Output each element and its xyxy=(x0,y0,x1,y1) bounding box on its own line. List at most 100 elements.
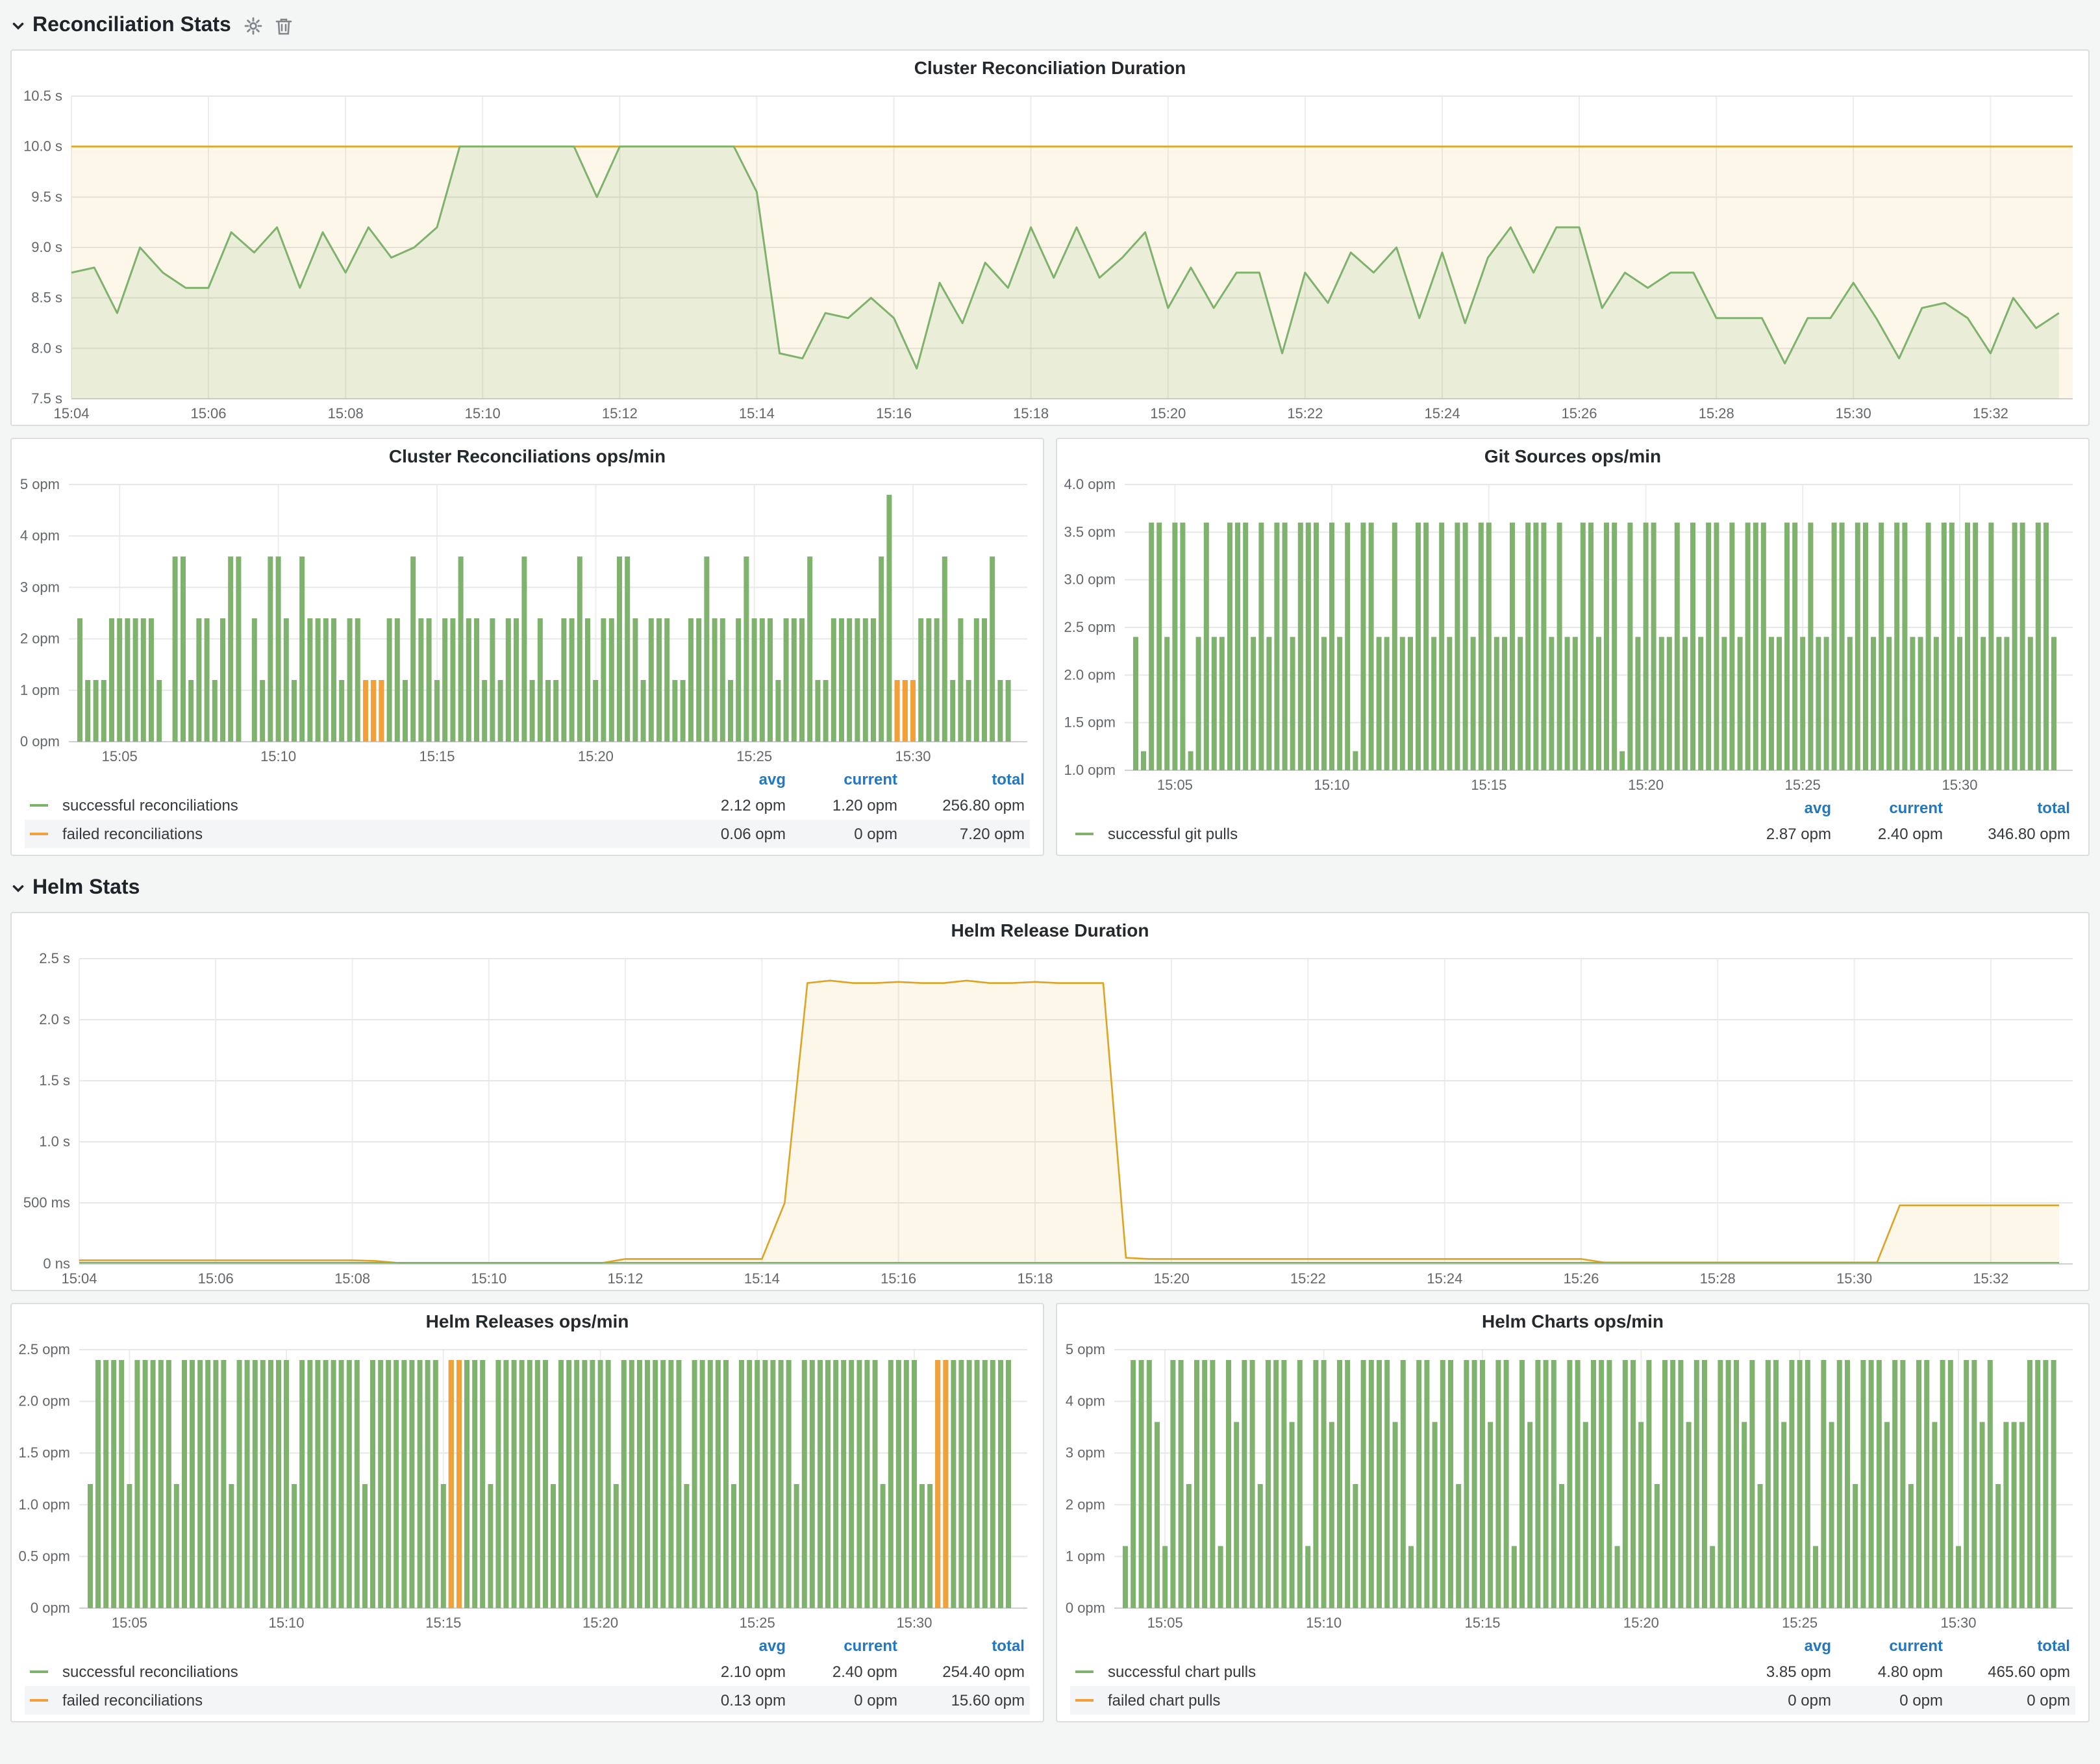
panel-row: Helm Releases ops/min 15:0515:1015:1515:… xyxy=(10,1303,2090,1722)
svg-text:15:24: 15:24 xyxy=(1424,405,1460,422)
svg-text:15:15: 15:15 xyxy=(419,748,455,764)
svg-text:3.5 opm: 3.5 opm xyxy=(1064,523,1116,540)
svg-text:15:16: 15:16 xyxy=(881,1270,916,1287)
svg-text:15:30: 15:30 xyxy=(896,1615,932,1631)
svg-text:15:28: 15:28 xyxy=(1700,1270,1736,1287)
chevron-down-icon[interactable] xyxy=(10,881,26,896)
svg-text:9.0 s: 9.0 s xyxy=(31,239,62,255)
svg-text:15:32: 15:32 xyxy=(1973,1270,2008,1287)
legend-series-toggle[interactable]: failed chart pulls xyxy=(1070,1686,1725,1715)
svg-text:15:05: 15:05 xyxy=(112,1615,147,1631)
svg-text:15:12: 15:12 xyxy=(602,405,638,422)
legend-avg-value: 2.10 opm xyxy=(679,1660,791,1683)
legend-total-value: 256.80 opm xyxy=(903,794,1030,817)
legend-series-toggle[interactable]: successful reconciliations xyxy=(25,791,679,820)
svg-text:15:12: 15:12 xyxy=(607,1270,643,1287)
panel-title[interactable]: Cluster Reconciliations ops/min xyxy=(12,439,1043,473)
svg-text:15:18: 15:18 xyxy=(1013,405,1049,422)
svg-text:10.5 s: 10.5 s xyxy=(23,88,62,104)
svg-text:15:10: 15:10 xyxy=(260,748,296,764)
svg-text:8.5 s: 8.5 s xyxy=(31,290,62,306)
legend-header-row: avg current total xyxy=(25,1634,1030,1657)
svg-text:15:26: 15:26 xyxy=(1561,405,1597,422)
svg-text:2.5 opm: 2.5 opm xyxy=(19,1341,71,1357)
legend-header-total[interactable]: total xyxy=(903,1634,1030,1657)
panel-title[interactable]: Git Sources ops/min xyxy=(1057,439,2088,473)
svg-text:4 opm: 4 opm xyxy=(20,527,60,544)
legend-row-successful: successful git pulls 2.87 opm 2.40 opm 3… xyxy=(1070,820,2075,848)
svg-text:15:16: 15:16 xyxy=(876,405,912,422)
legend-avg-value: 0.13 opm xyxy=(679,1689,791,1712)
panel-title[interactable]: Helm Releases ops/min xyxy=(12,1304,1043,1338)
legend-total-value: 0 opm xyxy=(1948,1689,2075,1712)
svg-text:1.0 s: 1.0 s xyxy=(39,1133,70,1150)
chevron-down-icon[interactable] xyxy=(10,18,26,34)
gear-icon[interactable] xyxy=(244,17,262,35)
legend-current-value: 0 opm xyxy=(791,822,903,846)
legend-series-toggle[interactable]: successful reconciliations xyxy=(25,1657,679,1686)
series-color-marker xyxy=(1075,1670,1094,1673)
legend-current-value: 1.20 opm xyxy=(791,794,903,817)
series-color-marker xyxy=(30,833,48,835)
svg-text:15:32: 15:32 xyxy=(1973,405,2008,422)
legend-header-current[interactable]: current xyxy=(1836,1634,1948,1657)
svg-text:1 opm: 1 opm xyxy=(20,682,60,698)
legend-header-avg[interactable]: avg xyxy=(1725,796,1836,820)
legend-header-total[interactable]: total xyxy=(1948,796,2075,820)
panel-title[interactable]: Helm Charts ops/min xyxy=(1057,1304,2088,1338)
svg-text:15:30: 15:30 xyxy=(1940,1615,1976,1631)
legend-series-toggle[interactable]: successful chart pulls xyxy=(1070,1657,1725,1686)
series-color-marker xyxy=(30,1699,48,1702)
legend: avg current total successful reconciliat… xyxy=(12,768,1043,855)
legend-series-toggle[interactable]: failed reconciliations xyxy=(25,820,679,848)
svg-text:15:15: 15:15 xyxy=(1471,777,1506,793)
helm-releases-ops-chart[interactable]: 15:0515:1015:1515:2015:2515:300 opm0.5 o… xyxy=(12,1338,1043,1634)
svg-text:1.5 opm: 1.5 opm xyxy=(19,1444,71,1461)
svg-text:15:14: 15:14 xyxy=(739,405,775,422)
section-header-reconciliation-stats: Reconciliation Stats xyxy=(10,9,2090,43)
section-title[interactable]: Helm Stats xyxy=(32,877,140,900)
legend-series-toggle[interactable]: successful git pulls xyxy=(1070,820,1725,848)
panel-title[interactable]: Cluster Reconciliation Duration xyxy=(12,51,2088,84)
legend-header-avg[interactable]: avg xyxy=(679,768,791,791)
svg-text:5 opm: 5 opm xyxy=(1066,1341,1105,1357)
panel-cluster-reconciliations-ops: Cluster Reconciliations ops/min 15:0515:… xyxy=(10,438,1044,856)
helm-charts-ops-chart[interactable]: 15:0515:1015:1515:2015:2515:300 opm1 opm… xyxy=(1057,1338,2088,1634)
legend-current-value: 2.40 opm xyxy=(791,1660,903,1683)
svg-text:15:30: 15:30 xyxy=(1836,405,1871,422)
legend-header-row: avg current total xyxy=(25,768,1030,791)
svg-text:15:04: 15:04 xyxy=(61,1270,97,1287)
panel-title[interactable]: Helm Release Duration xyxy=(12,913,2088,947)
legend-header-row: avg current total xyxy=(1070,796,2075,820)
panel-helm-releases-ops: Helm Releases ops/min 15:0515:1015:1515:… xyxy=(10,1303,1044,1722)
svg-text:4 opm: 4 opm xyxy=(1066,1393,1105,1409)
legend-header-current[interactable]: current xyxy=(791,768,903,791)
legend-header-total[interactable]: total xyxy=(1948,1634,2075,1657)
legend-series-toggle[interactable]: failed reconciliations xyxy=(25,1686,679,1715)
legend-label: failed reconciliations xyxy=(57,822,208,846)
svg-text:1 opm: 1 opm xyxy=(1066,1548,1105,1564)
cluster-reconciliations-ops-chart[interactable]: 15:0515:1015:1515:2015:2515:300 opm1 opm… xyxy=(12,473,1043,768)
legend-header-row: avg current total xyxy=(1070,1634,2075,1657)
legend-header-avg[interactable]: avg xyxy=(1725,1634,1836,1657)
legend-header-current[interactable]: current xyxy=(1836,796,1948,820)
svg-text:1.0 opm: 1.0 opm xyxy=(19,1496,71,1513)
trash-icon[interactable] xyxy=(275,17,292,35)
legend-header-current[interactable]: current xyxy=(791,1634,903,1657)
legend-row-successful: successful reconciliations 2.10 opm 2.40… xyxy=(25,1657,1030,1686)
svg-text:15:25: 15:25 xyxy=(740,1615,775,1631)
svg-text:15:06: 15:06 xyxy=(190,405,226,422)
legend-header-avg[interactable]: avg xyxy=(679,1634,791,1657)
legend-total-value: 346.80 opm xyxy=(1948,822,2075,846)
git-sources-ops-chart[interactable]: 15:0515:1015:1515:2015:2515:301.0 opm1.5… xyxy=(1057,473,2088,796)
cluster-reconciliation-duration-chart[interactable]: 15:0415:0615:0815:1015:1215:1415:1615:18… xyxy=(12,84,2088,425)
helm-release-duration-chart[interactable]: 15:0415:0615:0815:1015:1215:1415:1615:18… xyxy=(12,947,2088,1290)
section-title[interactable]: Reconciliation Stats xyxy=(32,14,231,38)
series-color-marker xyxy=(1075,833,1094,835)
legend-header-total[interactable]: total xyxy=(903,768,1030,791)
svg-text:15:15: 15:15 xyxy=(1464,1615,1500,1631)
svg-text:1.5 opm: 1.5 opm xyxy=(1064,714,1116,731)
legend-avg-value: 3.85 opm xyxy=(1725,1660,1836,1683)
svg-text:5 opm: 5 opm xyxy=(20,476,60,492)
svg-text:15:10: 15:10 xyxy=(471,1270,506,1287)
